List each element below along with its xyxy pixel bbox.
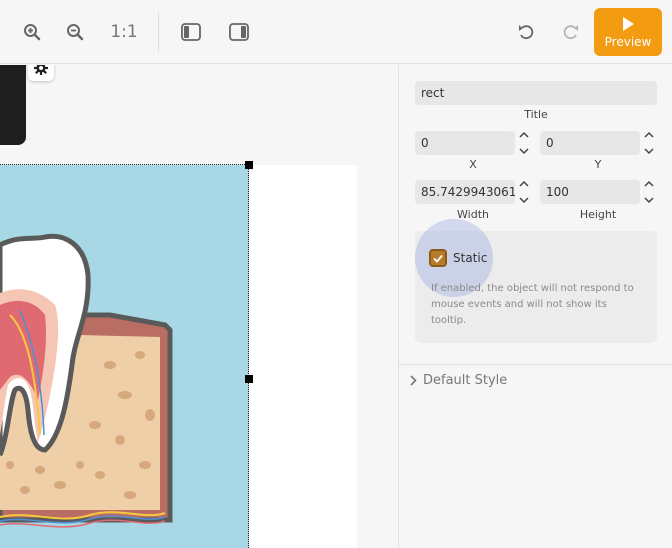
x-stepper[interactable] <box>517 131 531 155</box>
selection-border-right <box>248 164 249 548</box>
left-panel-icon <box>181 23 201 41</box>
default-style-section[interactable]: Default Style <box>409 373 507 388</box>
chevron-down-icon <box>644 148 654 155</box>
resize-handle-top-right[interactable] <box>245 161 253 169</box>
default-style-label: Default Style <box>423 373 508 388</box>
zoom-reset-button[interactable]: 1:1 <box>104 18 144 46</box>
static-option-box: Static If enabled, the object will not r… <box>415 219 657 343</box>
chevron-right-icon <box>410 375 417 386</box>
chevron-up-icon <box>519 131 529 138</box>
preview-label: Preview <box>604 34 652 49</box>
chevron-up-icon <box>644 131 654 138</box>
side-panel-tab[interactable] <box>0 65 26 145</box>
y-input[interactable]: 0 <box>540 131 640 155</box>
undo-button[interactable] <box>512 18 540 46</box>
title-input[interactable]: rect <box>415 81 657 105</box>
settings-button[interactable] <box>28 65 54 81</box>
static-help-text: If enabled, the object will not respond … <box>431 283 634 326</box>
toggle-right-panel-button[interactable] <box>224 18 254 46</box>
static-checkbox[interactable] <box>429 249 447 267</box>
zoom-in-icon <box>24 24 41 41</box>
redo-icon <box>563 25 578 40</box>
width-stepper[interactable] <box>517 180 531 204</box>
zoom-out-icon <box>67 24 84 41</box>
gear-icon <box>34 65 48 75</box>
x-input[interactable]: 0 <box>415 131 515 155</box>
toolbar-divider <box>158 12 159 52</box>
checkmark-icon <box>433 254 443 263</box>
redo-button[interactable] <box>557 18 585 46</box>
resize-handle-right[interactable] <box>245 375 253 383</box>
x-label: X <box>469 158 477 171</box>
zoom-in-button[interactable] <box>18 18 46 46</box>
toggle-left-panel-button[interactable] <box>176 18 206 46</box>
title-label: Title <box>524 108 548 121</box>
chevron-up-icon <box>519 180 529 187</box>
tooth-illustration[interactable] <box>0 165 249 548</box>
static-label[interactable]: Static <box>453 251 487 265</box>
width-input[interactable]: 85.74299430612 <box>415 180 515 204</box>
y-label: Y <box>594 158 602 171</box>
chevron-down-icon <box>644 197 654 204</box>
right-panel-icon <box>229 23 249 41</box>
preview-button[interactable]: Preview <box>594 8 662 56</box>
height-stepper[interactable] <box>642 180 656 204</box>
properties-panel: rect Title 0 X 0 Y 85.74299430612 Width … <box>398 65 672 548</box>
canvas-area[interactable] <box>0 65 397 548</box>
height-label: Height <box>579 208 617 221</box>
undo-icon <box>519 25 534 40</box>
y-stepper[interactable] <box>642 131 656 155</box>
width-label: Width <box>457 208 489 221</box>
chevron-up-icon <box>644 180 654 187</box>
play-icon <box>623 16 634 31</box>
toolbar: 1:1 Preview <box>0 0 672 64</box>
section-divider <box>399 364 672 365</box>
chevron-down-icon <box>519 197 529 204</box>
selection-border-top <box>0 164 249 165</box>
zoom-out-button[interactable] <box>61 18 89 46</box>
chevron-down-icon <box>519 148 529 155</box>
height-input[interactable]: 100 <box>540 180 640 204</box>
